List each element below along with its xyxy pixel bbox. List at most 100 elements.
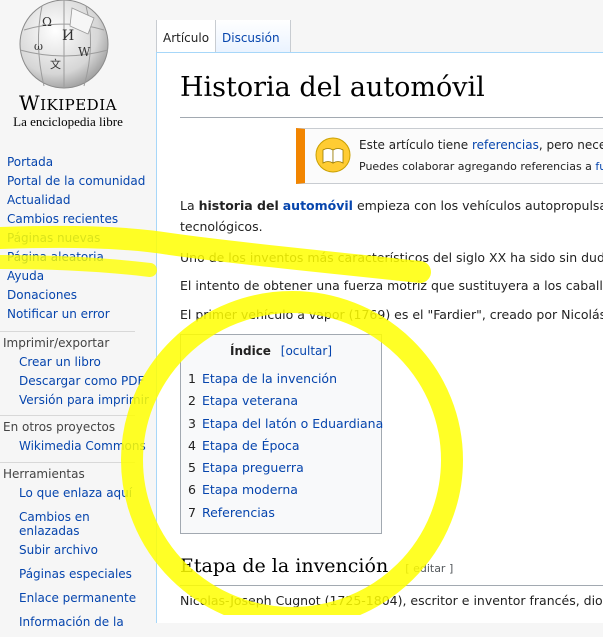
other-projects-heading: En otros proyectos [0,415,135,434]
nav-link-special-pages[interactable]: Páginas especiales [19,567,132,581]
tab-article[interactable]: Artículo [156,20,221,52]
toc-link[interactable]: Etapa del latón o Eduardiana [202,416,383,431]
nav-link-portada[interactable]: Portada [7,155,53,169]
nav-link-random-page[interactable]: Página aleatoria [7,250,104,264]
toc-number: 5 [188,460,196,476]
nav-link-new-pages[interactable]: Páginas nuevas [7,231,100,245]
nav-link-page-info[interactable]: Información de la [19,615,124,629]
toc-item[interactable]: 2 Etapa veterana [188,390,383,412]
nav-link-what-links-here[interactable]: Lo que enlaza aquí [19,486,132,500]
nav-item-recent-changes[interactable]: Cambios recientes [0,210,156,229]
notice-text-suffix: , pero nece [538,138,603,152]
nav-link-wikimedia-commons[interactable]: Wikimedia Commons [19,439,146,453]
paragraph-2: Uno de los inventos más característicos … [180,250,603,265]
toc-number: 7 [188,504,196,520]
puzzle-globe-icon: Ω И ω W 文 [19,0,109,89]
nav-link-current-events[interactable]: Actualidad [7,193,71,207]
logo-tagline: La enciclopedia libre [13,114,123,129]
paragraph-3: El intento de obtener una fuerza motriz … [180,278,603,293]
svg-text:Ω: Ω [42,15,52,29]
toc-item[interactable]: 4 Etapa de Época [188,435,383,457]
notice-help-text: Puedes colaborar agregando referencias a [359,160,596,173]
references-notice: Este artículo tiene referencias, pero ne… [296,128,603,184]
nav-link-report-error[interactable]: Notificar un error [7,307,110,321]
toc-item[interactable]: 1 Etapa de la invención [188,368,383,390]
toc-list: 1 Etapa de la invención 2 Etapa veterana 3… [188,368,383,524]
wikipedia-logo[interactable]: Ω И ω W 文 WIKIPEDIA La enciclopedia libr… [0,0,156,135]
nav-item-current-events[interactable]: Actualidad [0,191,156,210]
nav-item-portada[interactable]: Portada [0,153,156,172]
para-text-rest: empieza con los vehículos autopropulsad [352,198,603,213]
nav-item-donations[interactable]: Donaciones [0,286,156,305]
sidebar: Ω И ω W 文 WIKIPEDIA La enciclopedia libr… [0,0,156,629]
toc-link[interactable]: Etapa de Época [202,438,300,453]
print-export-heading: Imprimir/exportar [0,331,135,350]
toc-link[interactable]: Etapa moderna [202,482,298,497]
title-divider [180,117,603,118]
svg-text:文: 文 [50,57,61,71]
toc-title: Índice [229,344,271,358]
page-title: Historia del automóvil [180,72,485,103]
nav-link-print-version[interactable]: Versión para imprimir [19,393,149,407]
svg-text:W: W [78,45,91,59]
nav-item-report-error[interactable]: Notificar un error [0,305,156,324]
nav-item-community-portal[interactable]: Portal de la comunidad [0,172,156,191]
para-text: La [180,198,199,213]
toc-link[interactable]: Referencias [202,505,275,520]
table-of-contents: Índice [ocultar] 1 Etapa de la invención … [180,334,383,534]
logo-wordmark: WIKIPEDIA [19,91,117,115]
toc-header: Índice [ocultar] [181,344,381,358]
section-divider [180,585,603,586]
nav-item-download-pdf[interactable]: Descargar como PDF [0,372,156,391]
toc-link[interactable]: Etapa de la invención [202,371,337,386]
intro-paragraph: La historia del automóvil empieza con lo… [180,195,603,237]
nav-item-wikimedia-commons[interactable]: Wikimedia Commons [0,437,156,456]
nav-link-permanent-link[interactable]: Enlace permanente [19,591,136,605]
nav-link-community-portal[interactable]: Portal de la comunidad [7,174,145,188]
nav-link-donations[interactable]: Donaciones [7,288,77,302]
toc-item[interactable]: 5 Etapa preguerra [188,457,383,479]
nav-item-upload-file[interactable]: Subir archivo [0,541,144,565]
nav-item-page-info[interactable]: Información de la [0,613,144,637]
notice-references-link[interactable]: referencias [472,138,539,152]
para-text-line2: tecnológicos. [180,219,263,234]
tools-list: Lo que enlaza aquí Cambios en enlazadas … [0,484,156,637]
nav-item-new-pages[interactable]: Páginas nuevas [0,229,156,248]
toc-number: 1 [188,371,196,386]
nav-item-special-pages[interactable]: Páginas especiales [0,565,144,589]
toc-item[interactable]: 7 Referencias [188,502,383,524]
article-content: Historia del automóvil Este artículo tie… [156,52,603,623]
svg-text:ω: ω [34,40,43,53]
section-heading: Etapa de la invención [ editar ] [180,555,453,577]
toc-number: 6 [188,482,196,498]
toc-toggle-link[interactable]: [ocultar] [281,344,332,358]
nav-item-help[interactable]: Ayuda [0,267,156,286]
toc-item[interactable]: 3 Etapa del latón o Eduardiana [188,413,383,435]
section-edit-link[interactable]: [ editar ] [405,562,453,575]
nav-link-create-book[interactable]: Crear un libro [19,355,101,369]
nav-item-permanent-link[interactable]: Enlace permanente [0,589,144,613]
toc-number: 4 [188,437,196,453]
toc-item[interactable]: 6 Etapa moderna [188,479,383,501]
nav-link-help[interactable]: Ayuda [7,269,44,283]
nav-link-download-pdf[interactable]: Descargar como PDF [19,374,144,388]
nav-item-create-book[interactable]: Crear un libro [0,353,156,372]
notice-text-line1: Este artículo tiene referencias, pero ne… [359,138,603,152]
nav-link-related-changes[interactable]: Cambios en enlazadas [19,510,90,538]
notice-text-line2: Puedes colaborar agregando referencias a… [359,160,603,173]
toc-link[interactable]: Etapa veterana [202,393,298,408]
other-projects-list: Wikimedia Commons [0,437,156,456]
tab-talk[interactable]: Discusión [215,20,291,52]
nav-item-random-page[interactable]: Página aleatoria [0,248,156,267]
toc-number: 3 [188,415,196,431]
notice-sources-link[interactable]: fue [595,160,603,173]
nav-item-print-version[interactable]: Versión para imprimir [0,391,156,410]
toc-link[interactable]: Etapa preguerra [202,460,304,475]
nav-link-upload-file[interactable]: Subir archivo [19,543,98,557]
print-export-list: Crear un libro Descargar como PDF Versió… [0,353,156,410]
nav-link-recent-changes[interactable]: Cambios recientes [7,212,118,226]
automovil-link[interactable]: automóvil [283,198,353,213]
nav-item-what-links-here[interactable]: Lo que enlaza aquí [0,484,144,508]
main-navigation: Portada Portal de la comunidad Actualida… [0,153,156,324]
nav-item-related-changes[interactable]: Cambios en enlazadas [0,508,144,541]
